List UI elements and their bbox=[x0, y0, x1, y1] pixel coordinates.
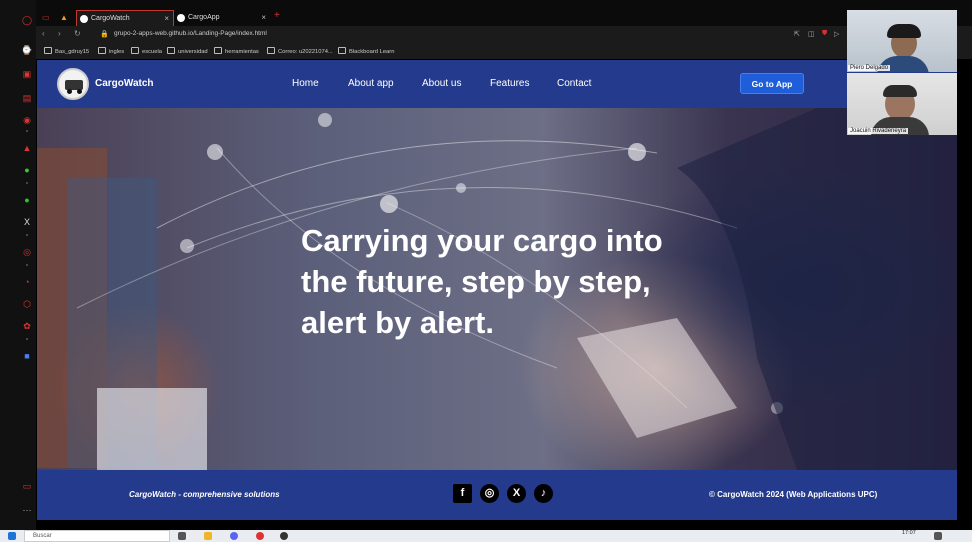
footer-tagline: CargoWatch - comprehensive solutions bbox=[129, 490, 280, 499]
warning-icon: ▲ bbox=[60, 13, 68, 22]
network-node bbox=[180, 239, 194, 253]
wallet-icon[interactable]: ▭ bbox=[21, 480, 33, 492]
discord-icon[interactable] bbox=[230, 532, 238, 540]
tiktok-icon[interactable]: ♪ bbox=[534, 484, 553, 503]
tab-cargoapp[interactable]: CargoApp × bbox=[174, 10, 270, 26]
tab-label: CargoApp bbox=[188, 14, 220, 21]
screen: ◯ ⌚ ▣ ▤ ◉ ▲ ● ● X ◎ ◔ ⬡ ✿ ■ ▭ ⋯ ▭ ▲ Carg… bbox=[0, 0, 972, 542]
video-tile[interactable]: Joacuin Rivadeneyra bbox=[847, 73, 957, 135]
hero-section: Carrying your cargo into the future, ste… bbox=[37, 108, 957, 470]
bookmark-item[interactable]: escuela bbox=[131, 47, 162, 55]
wheel-shape bbox=[77, 89, 82, 94]
tab-cargowatch[interactable]: CargoWatch × bbox=[76, 10, 174, 26]
forward-icon[interactable]: › bbox=[58, 29, 61, 38]
media-icon[interactable] bbox=[280, 532, 288, 540]
network-line bbox=[156, 140, 658, 229]
go-to-app-button[interactable]: Go to App bbox=[740, 73, 804, 94]
participant-name: Joacuin Rivadeneyra bbox=[848, 128, 909, 134]
truck-shape bbox=[97, 388, 207, 470]
x-sidebar-icon[interactable]: X bbox=[21, 216, 33, 228]
bookmark-item[interactable]: universidad bbox=[167, 47, 208, 55]
clock[interactable]: 17:07 bbox=[902, 530, 916, 536]
taskbar-search-input[interactable]: Buscar bbox=[24, 530, 170, 542]
player-icon[interactable]: ◎ bbox=[21, 246, 33, 258]
opera-icon[interactable] bbox=[256, 532, 264, 540]
twitch-icon[interactable]: ▤ bbox=[21, 92, 33, 104]
shopping-icon[interactable]: ▣ bbox=[21, 68, 33, 80]
share-icon[interactable]: ⇱ bbox=[794, 30, 800, 38]
bookmark-item[interactable]: Correo: u20221074... bbox=[267, 47, 333, 55]
hair-shape bbox=[883, 85, 917, 97]
sidebar-separator bbox=[26, 338, 28, 340]
webpage: CargoWatch Home About app About us Featu… bbox=[37, 60, 957, 520]
businessman-shape bbox=[677, 108, 957, 470]
wheel-shape bbox=[67, 89, 72, 94]
nav-about-app[interactable]: About app bbox=[348, 78, 394, 89]
lock-icon[interactable]: 🔒 bbox=[100, 30, 109, 38]
nav-home[interactable]: Home bbox=[292, 78, 319, 89]
bookmarks-bar: Bas_gdruy15 ingles escuela universidad h… bbox=[36, 44, 972, 59]
tab-menu-icon[interactable]: ▭ bbox=[42, 13, 50, 22]
back-icon[interactable]: ‹ bbox=[42, 29, 45, 38]
x-icon[interactable]: X bbox=[507, 484, 526, 503]
facebook-icon[interactable]: f bbox=[453, 484, 472, 503]
tab-strip: ▭ ▲ CargoWatch × CargoApp × + bbox=[36, 0, 972, 26]
url-field[interactable]: grupo-2-apps-web.github.io/Landing-Page/… bbox=[114, 30, 267, 37]
close-tab-icon[interactable]: × bbox=[164, 11, 169, 27]
footer-copyright: © CargoWatch 2024 (Web Applications UPC) bbox=[709, 490, 878, 499]
brand-name[interactable]: CargoWatch bbox=[95, 78, 154, 89]
bookmark-item[interactable]: Bas_gdruy15 bbox=[44, 47, 89, 55]
opera-logo-icon[interactable]: ◯ bbox=[21, 14, 33, 26]
site-footer: CargoWatch - comprehensive solutions f ◎… bbox=[37, 470, 957, 520]
bookmark-item[interactable]: herramientas bbox=[214, 47, 259, 55]
nav-features[interactable]: Features bbox=[490, 78, 529, 89]
box-icon[interactable]: ⬡ bbox=[21, 298, 33, 310]
network-node bbox=[207, 144, 223, 160]
nav-contact[interactable]: Contact bbox=[557, 78, 591, 89]
history-icon[interactable]: ◔ bbox=[21, 276, 33, 288]
easy-setup-icon[interactable]: ▷ bbox=[834, 30, 839, 38]
tab-label: CargoWatch bbox=[91, 15, 130, 22]
video-tile[interactable]: Piero Delgado bbox=[847, 10, 957, 72]
chatgpt-icon[interactable]: ● bbox=[21, 164, 33, 176]
file-explorer-icon[interactable] bbox=[204, 532, 212, 540]
participant-name: Piero Delgado bbox=[848, 65, 891, 71]
windows-start-icon[interactable] bbox=[8, 532, 16, 540]
site-header: CargoWatch Home About app About us Featu… bbox=[37, 60, 957, 108]
more-icon[interactable]: ⋯ bbox=[21, 504, 33, 516]
whatsapp-icon[interactable]: ● bbox=[21, 194, 33, 206]
address-bar-row: ‹ › ↻ 🔒 grupo-2-apps-web.github.io/Landi… bbox=[36, 26, 972, 44]
bookmark-item[interactable]: ingles bbox=[98, 47, 124, 55]
hero-title: Carrying your cargo into the future, ste… bbox=[301, 223, 663, 340]
speed-dial-icon[interactable]: ⌚ bbox=[21, 44, 33, 56]
extension-icon[interactable]: ■ bbox=[21, 350, 33, 362]
network-node bbox=[628, 143, 646, 161]
reload-icon[interactable]: ↻ bbox=[74, 29, 81, 38]
close-tab-icon[interactable]: × bbox=[261, 10, 266, 26]
taskbar: Buscar 17:07 bbox=[0, 530, 972, 542]
network-node bbox=[456, 183, 466, 193]
sidebar-separator bbox=[26, 130, 28, 132]
sidebar-separator bbox=[26, 264, 28, 266]
cargowatch-logo[interactable] bbox=[57, 68, 89, 100]
task-view-icon[interactable] bbox=[178, 532, 186, 540]
tab-favicon-icon bbox=[177, 14, 185, 22]
tab-favicon-icon bbox=[80, 15, 88, 23]
bookmark-item[interactable]: Blackboard Learn bbox=[338, 47, 394, 55]
network-node bbox=[318, 113, 332, 127]
settings-icon[interactable]: ✿ bbox=[21, 320, 33, 332]
network-node bbox=[380, 195, 398, 213]
camera-icon[interactable]: ◫ bbox=[808, 30, 815, 38]
adblock-icon[interactable]: ⛊ bbox=[822, 30, 827, 38]
new-tab-button[interactable]: + bbox=[274, 10, 280, 21]
nav-about-us[interactable]: About us bbox=[422, 78, 461, 89]
notifications-icon[interactable] bbox=[934, 532, 942, 540]
sidebar-separator bbox=[26, 234, 28, 236]
instagram-icon[interactable]: ◎ bbox=[480, 484, 499, 503]
browser-sidebar: ◯ ⌚ ▣ ▤ ◉ ▲ ● ● X ◎ ◔ ⬡ ✿ ■ ▭ ⋯ bbox=[0, 0, 36, 530]
headset-icon bbox=[887, 24, 921, 38]
sidebar-separator bbox=[26, 182, 28, 184]
messenger-icon[interactable]: ◉ bbox=[21, 114, 33, 126]
aria-icon[interactable]: ▲ bbox=[21, 142, 33, 154]
